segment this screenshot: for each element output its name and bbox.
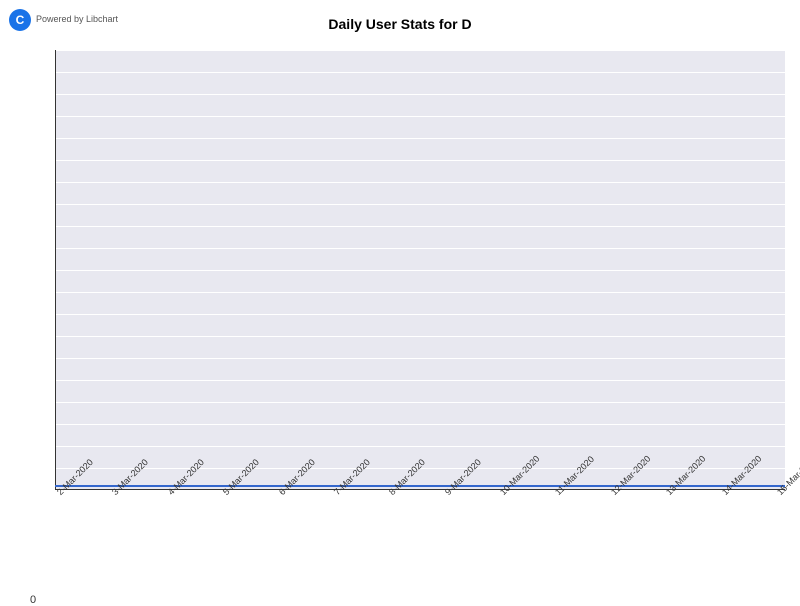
grid-line [55,116,785,117]
grid-line [55,72,785,73]
grid-line [55,94,785,95]
grid-line [55,226,785,227]
grid-line [55,248,785,249]
grid-line [55,380,785,381]
grid-line [55,182,785,183]
grid-line [55,314,785,315]
x-axis: 2-Mar-20203-Mar-20204-Mar-20205-Mar-2020… [55,490,785,590]
grid-line [55,50,785,51]
grid-line [55,402,785,403]
y-axis-zero-label: 0 [30,594,36,606]
grid-line [55,358,785,359]
grid-line [55,424,785,425]
grid-line [55,138,785,139]
grid-line [55,270,785,271]
chart-grid [55,50,785,490]
chart-left-border [55,50,56,490]
grid-line [55,204,785,205]
chart-title: Daily User Stats for D [0,16,800,32]
grid-line [55,160,785,161]
chart-container: C Powered by Libchart Daily User Stats f… [0,0,800,600]
chart-area [55,50,785,490]
grid-line [55,446,785,447]
grid-line [55,292,785,293]
grid-line [55,336,785,337]
